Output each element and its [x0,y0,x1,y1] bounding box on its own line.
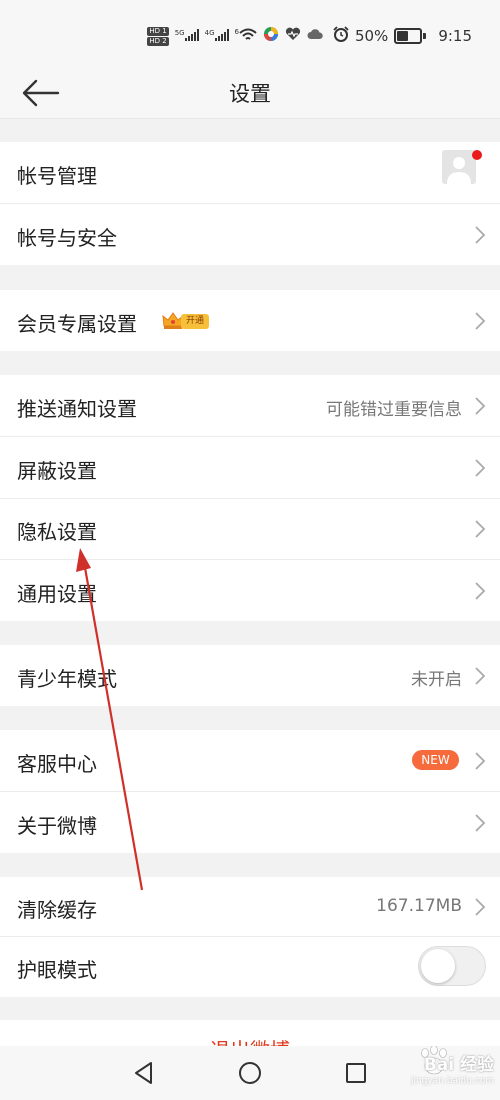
settings-item-label: 帐号管理 [17,164,97,188]
settings-item-label: 推送通知设置 [17,397,137,421]
chevron-right-icon [475,397,486,415]
chevron-right-icon [475,520,486,538]
settings-item-label: 青少年模式 [17,667,117,691]
home-circle-icon[interactable] [237,1060,263,1086]
notification-dot [472,150,482,160]
settings-item-clear-cache[interactable]: 清除缓存 167.17MB [0,877,500,936]
settings-item-about[interactable]: 关于微博 [0,792,500,853]
watermark-url: jingyan.baidu.com [410,1076,494,1086]
chevron-right-icon [475,312,486,330]
heart-icon [285,27,301,45]
chevron-right-icon [475,667,486,685]
app-icon [263,26,279,46]
chevron-right-icon [475,814,486,832]
settings-item-label: 清除缓存 [17,898,97,922]
clock-time: 9:15 [438,27,472,45]
logout-button[interactable]: 退出微博 [0,1020,500,1046]
settings-item-value: 167.17MB [376,896,462,916]
new-badge: NEW [412,750,459,770]
page-title: 设置 [229,82,271,106]
settings-item-privacy[interactable]: 隐私设置 [0,499,500,559]
settings-item-push-notifications[interactable]: 推送通知设置 可能错过重要信息 [0,375,500,436]
battery-icon [394,28,427,44]
signal-icon: 5G [174,28,199,44]
settings-item-block[interactable]: 屏蔽设置 [0,437,500,498]
chevron-right-icon [475,459,486,477]
settings-item-label: 客服中心 [17,752,97,776]
hd-indicator: HD 1 HD 2 [147,26,169,46]
sig1-net-label: 5G [174,28,185,37]
recents-square-icon[interactable] [343,1060,369,1086]
watermark-title: Bai 经验 [423,1055,494,1075]
settings-item-label: 护眼模式 [17,958,97,982]
top-nav-bar: 设置 [0,72,500,119]
wifi-icon: 6 [235,28,257,45]
baidu-watermark: Bai 经验 jingyan.baidu.com [382,1044,498,1098]
settings-item-account-management[interactable]: 帐号管理 [0,142,500,203]
chevron-right-icon [475,582,486,600]
settings-item-account-security[interactable]: 帐号与安全 [0,204,500,265]
chevron-right-icon [475,752,486,770]
signal-icon: 4G [204,28,229,44]
settings-item-vip[interactable]: 会员专属设置 [0,290,500,351]
hd1-label: HD 1 [147,26,169,36]
cloud-icon [307,28,323,44]
settings-item-label: 通用设置 [17,582,97,606]
back-triangle-icon[interactable] [131,1060,157,1086]
settings-item-label: 关于微博 [17,814,97,838]
settings-item-value: 可能错过重要信息 [326,400,462,420]
chevron-right-icon [475,226,486,244]
status-bar: HD 1 HD 2 5G 4G 6 50% 9:15 [0,0,500,72]
vip-open-badge[interactable]: 开通 [162,312,210,330]
settings-item-label: 屏蔽设置 [17,459,97,483]
alarm-icon [333,26,349,46]
settings-item-general[interactable]: 通用设置 [0,560,500,621]
sig2-net-label: 4G [204,28,215,37]
settings-item-teen-mode[interactable]: 青少年模式 未开启 [0,645,500,706]
avatar[interactable] [442,150,476,184]
chevron-right-icon [475,898,486,916]
hd2-label: HD 2 [147,36,169,46]
vip-badge-label: 开通 [181,313,210,329]
status-icons: HD 1 HD 2 5G 4G 6 50% 9:15 [147,26,472,46]
settings-item-label: 帐号与安全 [17,226,117,250]
settings-item-label: 隐私设置 [17,520,97,544]
toggle-knob [421,949,455,983]
battery-percent: 50% [354,27,389,45]
settings-item-value: 未开启 [411,670,462,690]
settings-item-label: 会员专属设置 [17,312,137,336]
eye-care-toggle[interactable] [418,946,486,986]
